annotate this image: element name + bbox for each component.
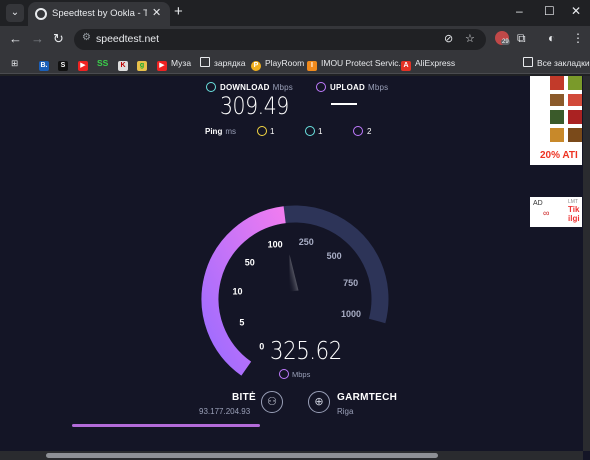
- gauge-tick-label: 1000: [341, 309, 361, 319]
- globe-icon[interactable]: ⊕: [308, 391, 330, 413]
- speed-gauge: 0 5 10 50 100 250 500 750 1000: [201, 205, 389, 376]
- current-speed-unit: Mbps: [292, 370, 311, 379]
- horizontal-scrollbar[interactable]: [0, 451, 583, 460]
- gauge-tick-label: 50: [245, 258, 255, 268]
- gauge-tick-label: 750: [343, 278, 358, 288]
- lmt-logo-icon: ∞: [543, 208, 550, 218]
- server-name[interactable]: GARMTECH: [337, 392, 397, 403]
- horizontal-scroll-thumb[interactable]: [46, 453, 438, 458]
- gauge-tick-label: 250: [299, 237, 314, 247]
- ad-banner-food[interactable]: 20% ATI: [530, 76, 582, 165]
- test-progress-bar: [72, 424, 260, 427]
- current-speed-value: 325.62: [270, 336, 342, 365]
- vertical-scrollbar[interactable]: [583, 76, 590, 451]
- ad-label: AD: [533, 200, 543, 207]
- ad-banner-lmt[interactable]: AD ∞ LMT Tik ilgi: [530, 197, 582, 227]
- user-icon: ⚇: [261, 391, 283, 413]
- gauge-needle: [289, 254, 299, 292]
- ad-text: Tik ilgi: [568, 205, 580, 223]
- ad-banner-text: 20% ATI: [540, 150, 578, 161]
- provider-name: BITĖ: [232, 392, 256, 403]
- gauge-tick-label: 500: [327, 251, 342, 261]
- speed-unit-icon: [279, 369, 289, 379]
- provider-ip: 93.177.204.93: [199, 407, 251, 416]
- gauge-tick-label: 100: [268, 239, 283, 249]
- gauge-tick-label: 5: [239, 317, 244, 327]
- gauge-tick-label: 10: [232, 286, 242, 296]
- server-city: Riga: [337, 407, 354, 416]
- gauge-tick-label: 0: [259, 342, 264, 352]
